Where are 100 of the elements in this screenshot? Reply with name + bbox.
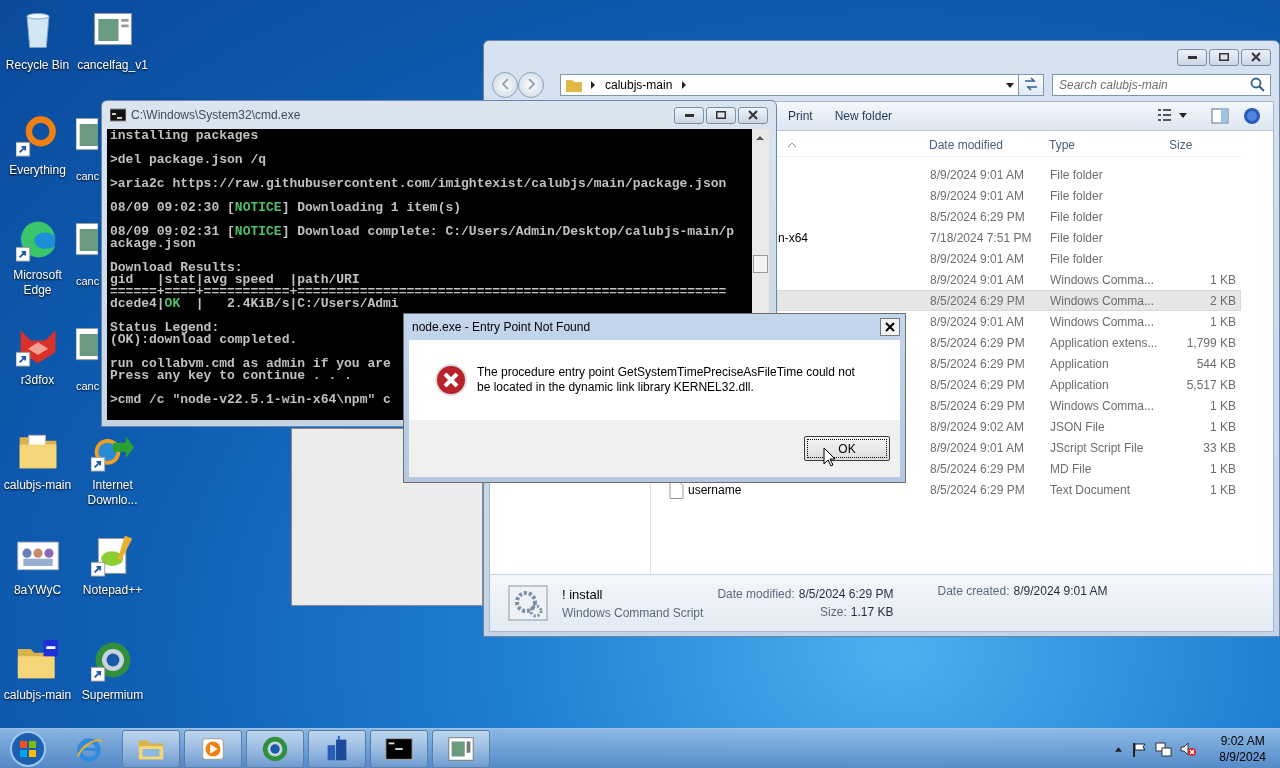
desktop-shortcut[interactable]: Recycle Bin — [0, 8, 75, 73]
date-cell-text: 8/9/2024 9:01 AM — [929, 167, 1026, 182]
close-button[interactable] — [1241, 48, 1271, 66]
date-cell-text: 8/9/2024 9:02 AM — [929, 419, 1026, 434]
desktop-shortcut[interactable]: Microsoft Edge — [0, 218, 75, 298]
chevron-icon — [589, 79, 597, 91]
toolbar-button[interactable]: Print — [780, 106, 821, 126]
size-cell-text: 1 KB — [1209, 272, 1237, 287]
clock[interactable]: 9:02 AM 8/9/2024 — [1219, 732, 1266, 765]
console-line: gid |stat|avg speed |path/URI — [110, 274, 360, 286]
file-row[interactable]: 8/5/2024 6:29 PM Windows Comma... 2 KB — [777, 290, 1241, 311]
date-cell-text: 8/5/2024 6:29 PM — [929, 335, 1026, 350]
muted-speaker-icon[interactable] — [1180, 740, 1198, 757]
console-line: ackage.json — [110, 238, 196, 250]
maximize-button[interactable] — [1209, 48, 1239, 66]
dropdown-caret-icon — [1005, 80, 1015, 90]
column-heading[interactable]: Size — [1161, 138, 1241, 152]
console-line: ======+====+===========+======================================================= — [110, 286, 727, 298]
date-cell-text: 8/9/2024 9:01 AM — [929, 251, 1026, 266]
scroll-up-arrow-icon[interactable] — [754, 134, 766, 142]
desktop-shortcut[interactable]: 8aYWyC — [0, 533, 75, 598]
scroll-thumb[interactable] — [753, 255, 768, 273]
size-cell-text: 544 KB — [1195, 356, 1237, 371]
close-icon — [1251, 52, 1261, 62]
file-row[interactable]: 8/9/2024 9:01 AM File folder — [777, 185, 1241, 206]
desktop-shortcut[interactable]: Supermium — [75, 638, 150, 703]
date-cell-text: 8/5/2024 6:29 PM — [929, 209, 1026, 224]
size-cell-text: 5,517 KB — [1185, 377, 1237, 392]
field-label: Date created: — [937, 584, 1010, 598]
breadcrumb-item[interactable]: calubjs-main — [603, 78, 675, 92]
console-line: (OK):download completed. — [110, 334, 298, 346]
file-name: ! install — [562, 586, 604, 602]
console-line: >del package.json /q — [110, 154, 267, 166]
file-row[interactable]: 8/9/2024 9:01 AM File folder — [777, 164, 1241, 185]
console-icon — [110, 108, 126, 122]
toolbar-button[interactable]: New folder — [826, 106, 901, 126]
show-hidden-icons-icon[interactable] — [1114, 744, 1124, 753]
type-cell-text: File folder — [1049, 209, 1104, 224]
desktop-shortcut[interactable]: canc — [76, 323, 100, 394]
maximize-button[interactable] — [706, 106, 736, 124]
mouse-cursor-icon — [823, 447, 837, 467]
desktop-shortcut[interactable]: Everything — [0, 113, 75, 178]
refresh-button[interactable] — [1018, 74, 1044, 96]
type-cell-text: JSON File — [1049, 419, 1106, 434]
file-name: n-x64 — [778, 230, 809, 245]
console-line: >cmd /c "node-v22.5.1-win-x64\npm" c — [110, 394, 391, 406]
search-field[interactable]: Search calubjs-main — [1052, 74, 1271, 96]
date-cell-text: 8/5/2024 6:29 PM — [929, 482, 1026, 497]
date-cell-text: 8/5/2024 6:29 PM — [929, 398, 1026, 413]
column-heading[interactable]: Type — [1041, 138, 1161, 152]
minimize-button[interactable] — [674, 106, 704, 124]
type-cell-text: Application — [1049, 377, 1110, 392]
type-cell-text: File folder — [1049, 230, 1104, 245]
desktop-shortcut[interactable]: canc — [76, 218, 100, 289]
console-line: Status Legend: — [110, 322, 220, 334]
taskbar-button[interactable] — [370, 729, 428, 768]
field-value: 1.17 KB — [850, 605, 894, 619]
console-line: Download Results: — [110, 262, 243, 274]
desktop-shortcut[interactable]: calubjs-main — [0, 428, 75, 493]
date-cell-text: 8/5/2024 6:29 PM — [929, 377, 1026, 392]
desktop-shortcut[interactable]: canc — [76, 113, 100, 184]
flag-icon[interactable] — [1131, 740, 1148, 757]
window-title: C:\Windows\System32\cmd.exe — [131, 108, 302, 122]
file-row[interactable]: 8/5/2024 6:29 PM Text Document 1 KB — [777, 479, 1241, 500]
field-value: 8/5/2024 6:29 PM — [798, 587, 894, 601]
date-cell-text: 7/18/2024 7:51 PM — [929, 230, 1033, 245]
desktop-shortcut[interactable]: Notepad++ — [75, 533, 150, 598]
gear-script-icon — [508, 585, 548, 621]
field-label: Date modified: — [717, 587, 795, 601]
type-cell-text: File folder — [1049, 188, 1104, 203]
taskbar-button[interactable] — [308, 729, 366, 768]
desktop-shortcut[interactable]: calubjs-main — [0, 638, 75, 703]
minimize-button[interactable] — [1177, 48, 1207, 66]
maximize-icon — [716, 111, 726, 119]
file-row[interactable]: 8/9/2024 9:01 AM Windows Comma... 1 KB — [777, 269, 1241, 290]
desktop-shortcut[interactable]: cancelfag_v1 — [75, 8, 150, 73]
close-button[interactable] — [738, 106, 768, 124]
file-row[interactable]: 8/9/2024 9:01 AM File folder — [777, 248, 1241, 269]
date-text: 8/9/2024 — [1219, 748, 1266, 765]
desktop-shortcut[interactable]: r3dfox — [0, 323, 75, 388]
dialog-title: node.exe - Entry Point Not Found — [412, 320, 591, 334]
size-cell-text: 1,799 KB — [1185, 335, 1237, 350]
file-row[interactable]: 8/5/2024 6:29 PM File folder — [777, 206, 1241, 227]
help-icon[interactable] — [1243, 107, 1261, 125]
console-line: dcede4|OK | 2.4KiB/s|C:/Users/Admi — [110, 298, 399, 310]
address-bar[interactable]: calubjs-main — [560, 74, 1020, 96]
error-icon — [435, 364, 467, 396]
date-cell-text: 8/9/2024 9:01 AM — [929, 272, 1026, 287]
file-name[interactable]: username — [688, 482, 742, 497]
close-button[interactable] — [880, 318, 900, 336]
size-cell-text: 1 KB — [1209, 314, 1237, 329]
search-icon[interactable] — [1250, 77, 1265, 92]
notepad-icon — [90, 533, 135, 577]
ok-button[interactable]: OK — [804, 436, 890, 461]
network-icon[interactable] — [1155, 740, 1173, 757]
desktop-shortcut[interactable]: Internet Downlo... — [75, 428, 150, 508]
column-heading[interactable]: Date modified — [921, 138, 1041, 152]
file-row[interactable]: n-x64 7/18/2024 7:51 PM File folder — [777, 227, 1241, 248]
field-value: 8/9/2024 9:01 AM — [1013, 584, 1108, 598]
console-line: >aria2c https://raw.githubusercontent.com/imightexist/calubjs/main/package.json — [110, 178, 727, 190]
